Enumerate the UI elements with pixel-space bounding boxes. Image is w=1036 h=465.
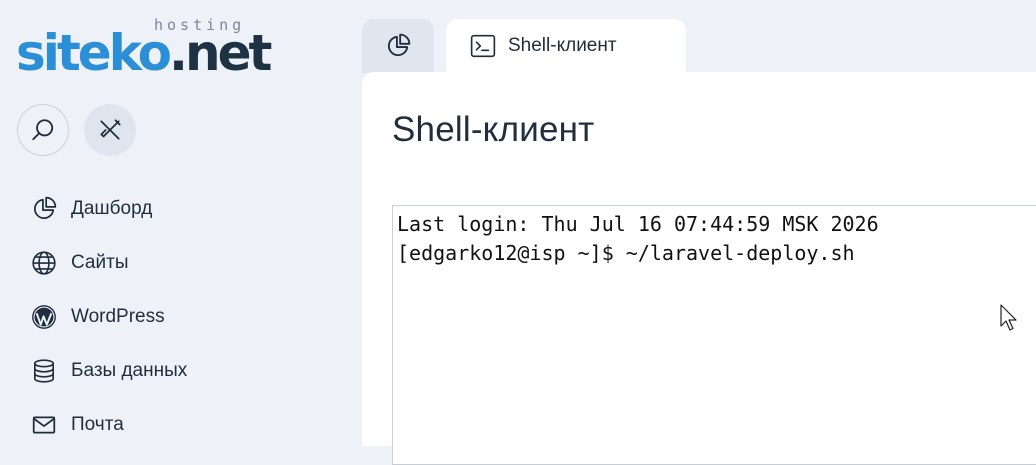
sidebar-item-mail[interactable]: Почта — [0, 398, 362, 452]
tab-shell-client[interactable]: Shell-клиент — [446, 19, 686, 73]
sidebar-item-wordpress[interactable]: WordPress — [0, 290, 362, 344]
page-title: Shell-клиент — [392, 110, 595, 149]
sidebar-item-label: Дашборд — [71, 198, 153, 219]
database-icon — [31, 358, 57, 384]
site-logo[interactable]: hosting siteko.net — [16, 14, 278, 82]
logo-part-2: .net — [168, 24, 272, 82]
search-icon — [32, 119, 54, 141]
sidebar-item-label: Сайты — [71, 252, 129, 273]
tab-label: Shell-клиент — [508, 35, 617, 56]
sidebar-nav: Дашборд Сайты WordPress Базы данных Почт… — [0, 182, 362, 452]
logo-wordmark: siteko.net — [16, 22, 272, 84]
terminal-icon — [470, 34, 496, 58]
pie-chart-icon — [388, 33, 411, 56]
sidebar-item-sites[interactable]: Сайты — [0, 236, 362, 290]
terminal-line: [edgarko12@isp ~]$ ~/laravel-deploy.sh — [397, 241, 855, 265]
pie-chart-icon — [31, 196, 57, 222]
mail-icon — [31, 412, 57, 438]
logo-part-1: siteko — [16, 24, 172, 82]
tab-dashboard[interactable] — [362, 19, 434, 73]
sidebar-item-label: Базы данных — [71, 360, 188, 381]
tools-button[interactable] — [84, 104, 136, 156]
sidebar-item-databases[interactable]: Базы данных — [0, 344, 362, 398]
sidebar: hosting siteko.net Дашборд Сайты WordPre… — [0, 0, 362, 446]
sidebar-item-dashboard[interactable]: Дашборд — [0, 182, 362, 236]
sidebar-item-label: Почта — [71, 414, 124, 435]
search-button[interactable] — [17, 104, 69, 156]
terminal-line: Last login: Thu Jul 16 07:44:59 MSK 2026 — [397, 212, 879, 236]
sidebar-item-label: WordPress — [71, 306, 165, 327]
terminal-output[interactable]: Last login: Thu Jul 16 07:44:59 MSK 2026… — [392, 205, 1036, 465]
wordpress-icon — [31, 304, 57, 330]
main-panel: Shell-клиент Last login: Thu Jul 16 07:4… — [362, 72, 1036, 465]
mouse-cursor-icon — [1000, 304, 1017, 331]
tools-icon — [100, 119, 121, 140]
globe-icon — [31, 250, 57, 276]
